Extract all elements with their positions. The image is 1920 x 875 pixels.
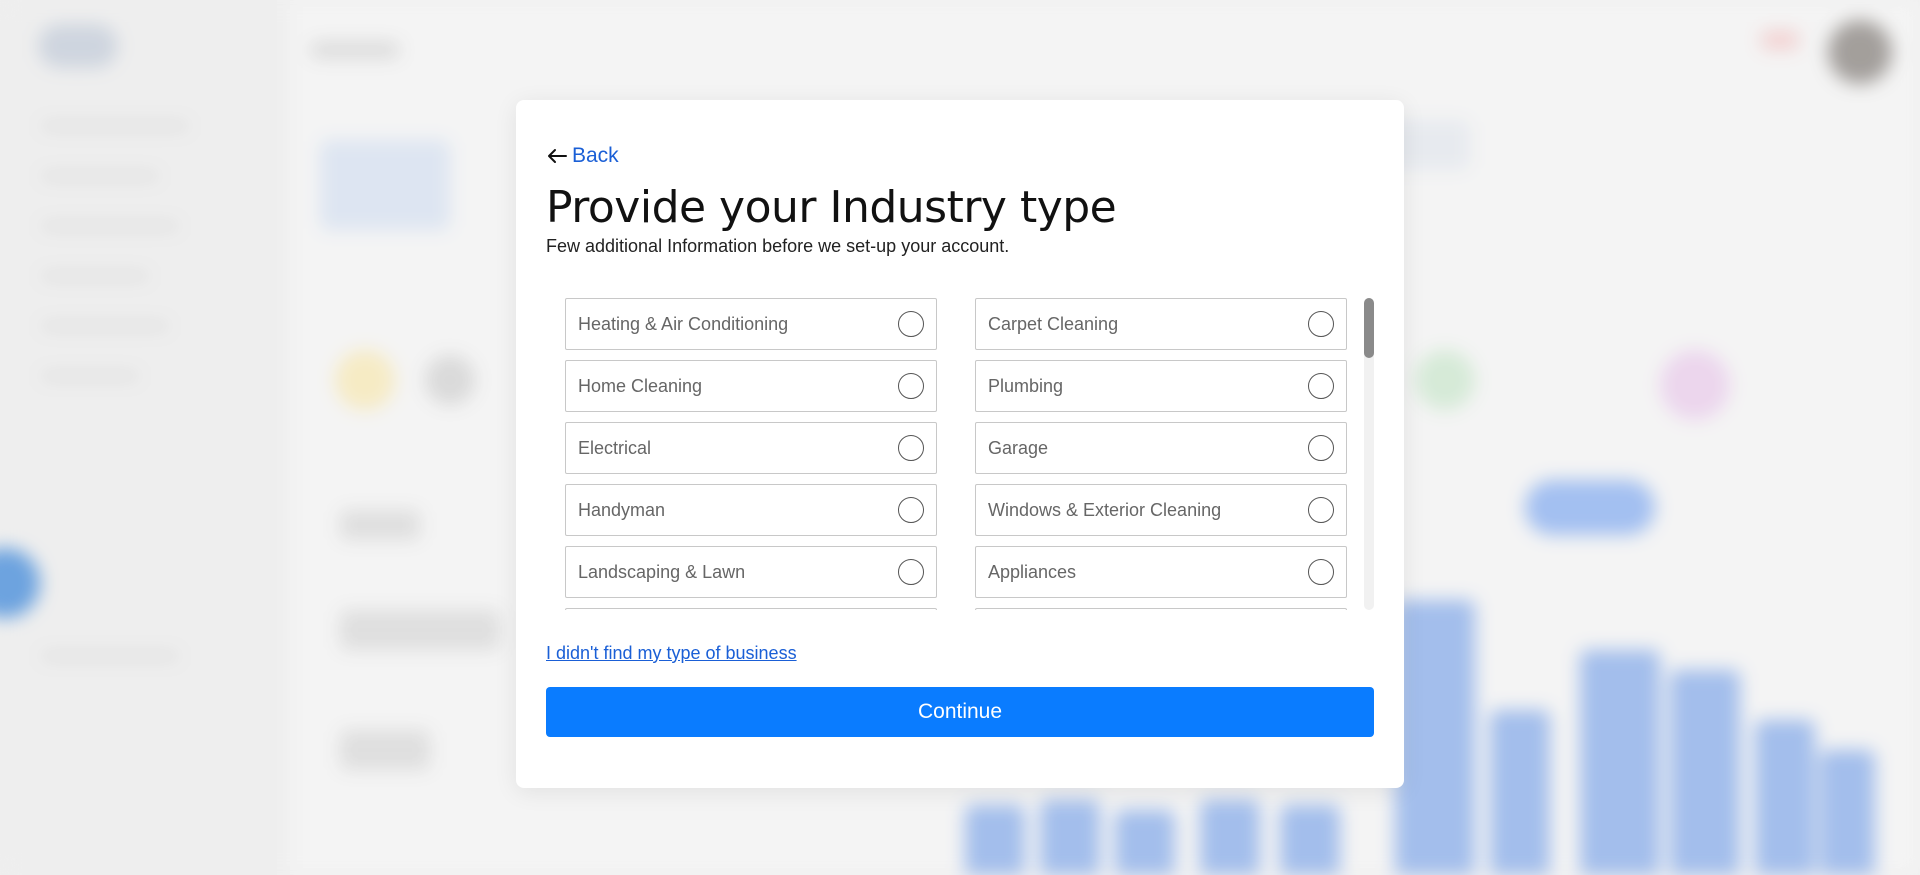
continue-button[interactable]: Continue	[546, 687, 1374, 737]
industry-option-landscaping-lawn[interactable]: Landscaping & Lawn	[565, 546, 937, 598]
option-label: Handyman	[578, 499, 666, 520]
radio-unchecked-icon[interactable]	[1308, 497, 1334, 523]
industry-option-garage[interactable]: Garage	[975, 422, 1347, 474]
industry-option-partial[interactable]	[565, 608, 937, 610]
option-label: Carpet Cleaning	[988, 313, 1119, 334]
option-label: Landscaping & Lawn	[578, 561, 746, 582]
back-link[interactable]: Back	[546, 144, 619, 168]
radio-unchecked-icon[interactable]	[1308, 559, 1334, 585]
industry-option-electrical[interactable]: Electrical	[565, 422, 937, 474]
back-label: Back	[572, 144, 619, 167]
options-scrollbar[interactable]	[1364, 298, 1374, 610]
industry-option-carpet-cleaning[interactable]: Carpet Cleaning	[975, 298, 1347, 350]
arrow-left-icon	[548, 149, 567, 163]
radio-unchecked-icon[interactable]	[898, 311, 924, 337]
industry-option-handyman[interactable]: Handyman	[565, 484, 937, 536]
option-label: Plumbing	[988, 375, 1064, 396]
industry-option-partial[interactable]	[975, 608, 1347, 610]
industry-option-heating-air-conditioning[interactable]: Heating & Air Conditioning	[565, 298, 937, 350]
radio-unchecked-icon[interactable]	[1308, 373, 1334, 399]
option-label: Electrical	[578, 437, 652, 458]
radio-unchecked-icon[interactable]	[898, 373, 924, 399]
industry-option-plumbing[interactable]: Plumbing	[975, 360, 1347, 412]
radio-unchecked-icon[interactable]	[1308, 311, 1334, 337]
radio-unchecked-icon[interactable]	[898, 559, 924, 585]
option-label: Appliances	[988, 561, 1077, 582]
option-label: Windows & Exterior Cleaning	[988, 499, 1222, 520]
option-label: Heating & Air Conditioning	[578, 313, 789, 334]
modal-title: Provide your Industry type	[546, 182, 1117, 233]
options-scrollbar-thumb[interactable]	[1364, 298, 1374, 358]
radio-unchecked-icon[interactable]	[898, 435, 924, 461]
option-label: Garage	[988, 437, 1049, 458]
industry-option-appliances[interactable]: Appliances	[975, 546, 1347, 598]
option-label: Home Cleaning	[578, 375, 703, 396]
not-found-business-link[interactable]: I didn't find my type of business	[546, 643, 797, 664]
radio-unchecked-icon[interactable]	[898, 497, 924, 523]
industry-options-list[interactable]: Heating & Air Conditioning Carpet Cleani…	[565, 298, 1365, 610]
modal-subtitle: Few additional Information before we set…	[546, 236, 1010, 256]
industry-option-home-cleaning[interactable]: Home Cleaning	[565, 360, 937, 412]
industry-type-modal: Back Provide your Industry type Few addi…	[516, 100, 1404, 788]
radio-unchecked-icon[interactable]	[1308, 435, 1334, 461]
industry-option-windows-exterior-cleaning[interactable]: Windows & Exterior Cleaning	[975, 484, 1347, 536]
